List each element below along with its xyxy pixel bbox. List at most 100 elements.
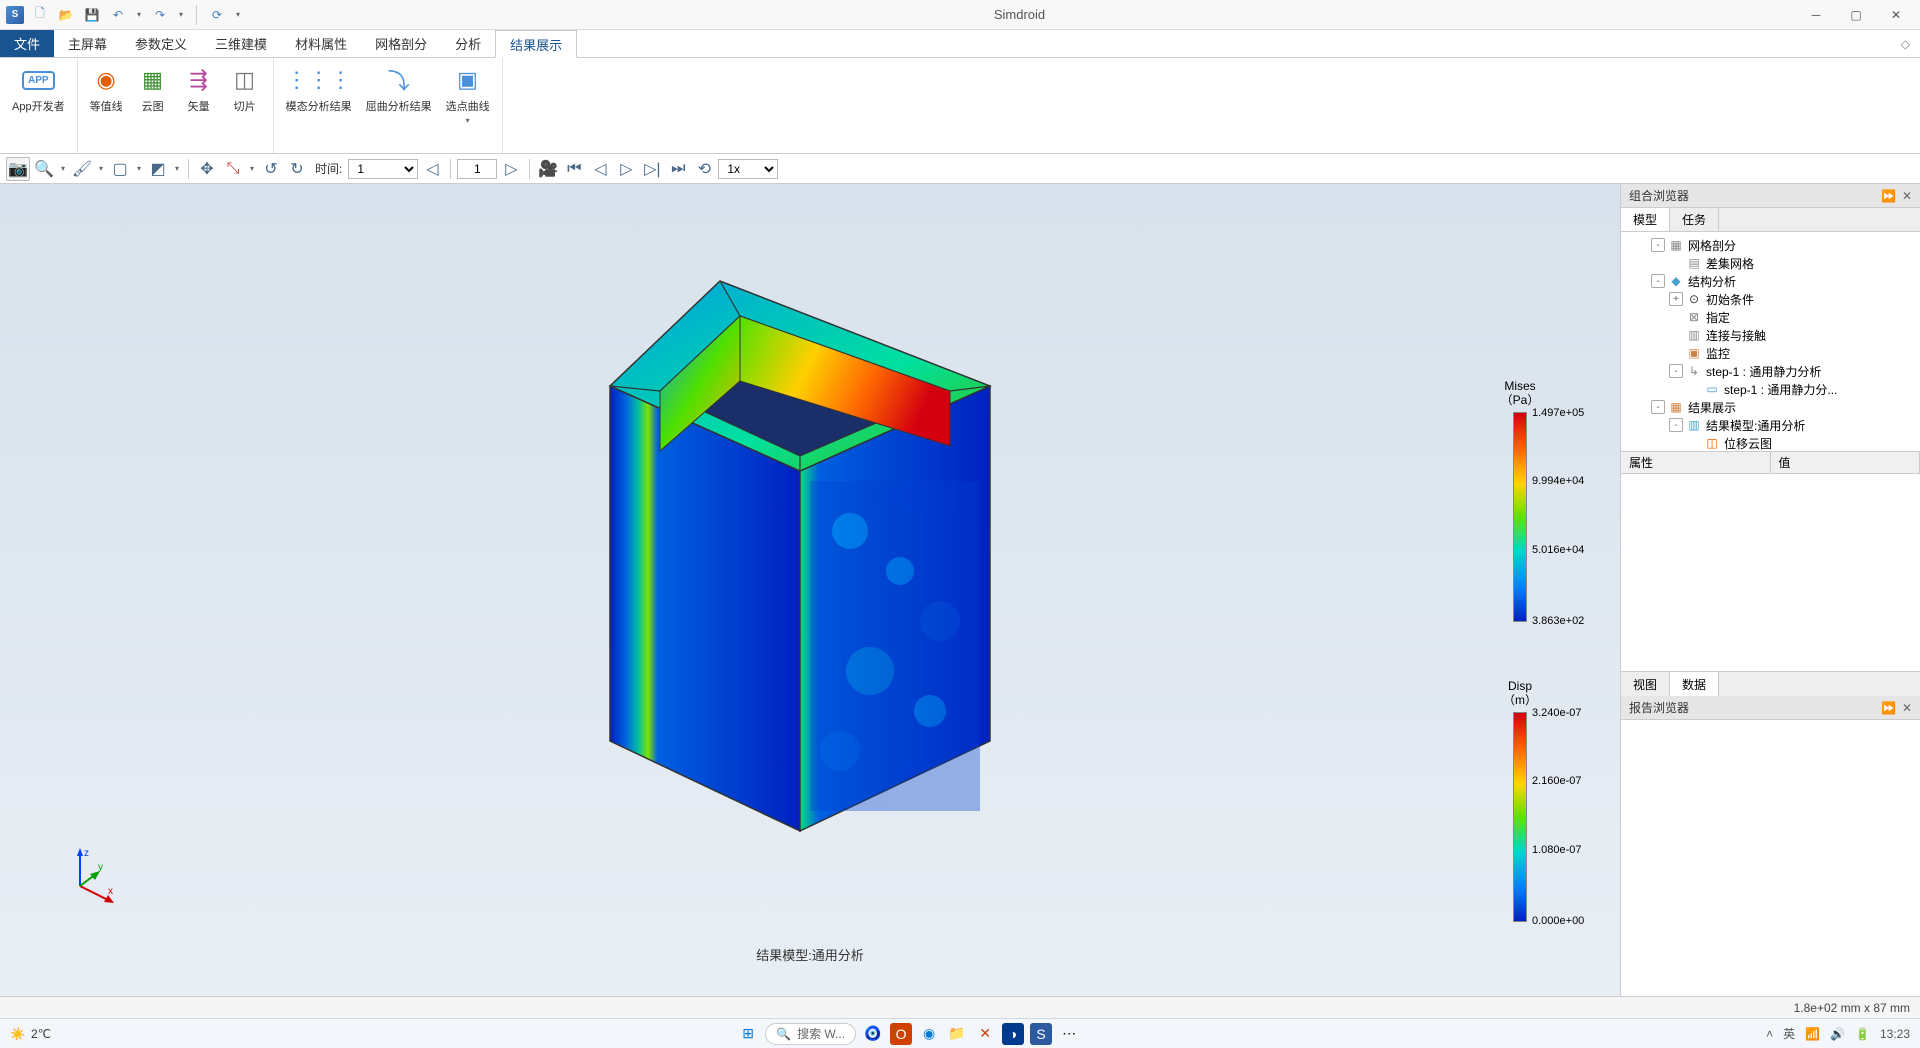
tray-wifi-icon[interactable]: 📶 [1805, 1027, 1820, 1041]
time-select[interactable]: 1 [348, 159, 418, 179]
cube-drop[interactable]: ▾ [172, 157, 182, 181]
bottom-tab-0[interactable]: 视图 [1621, 672, 1670, 696]
tree-item-9[interactable]: -▦结果展示 [1621, 398, 1920, 416]
menu-tab-0[interactable]: 主屏幕 [54, 30, 121, 57]
tree-item-10[interactable]: -▥结果模型:通用分析 [1621, 416, 1920, 434]
model-tree[interactable]: -▦网格剖分▤差集网格-◆结构分析+⊙初始条件⊠指定▥连接与接触▣监控-↳ste… [1621, 232, 1920, 452]
ribbon-item-1-2[interactable]: ⇶矢量 [179, 62, 219, 116]
menu-tab-2[interactable]: 三维建模 [201, 30, 281, 57]
ribbon-item-1-1[interactable]: ▦云图 [133, 62, 173, 116]
qat-undo-icon[interactable]: ↶ [108, 5, 128, 25]
tray-chevron-icon[interactable]: ˄ [1766, 1027, 1773, 1041]
close-button[interactable]: ✕ [1876, 0, 1916, 30]
browser-tab-1[interactable]: 任务 [1670, 208, 1719, 231]
step-back-icon[interactable]: ◁ [588, 157, 612, 181]
menu-tab-5[interactable]: 分析 [441, 30, 495, 57]
menu-tab-3[interactable]: 材料属性 [281, 30, 361, 57]
qat-open-icon[interactable]: 📂 [56, 5, 76, 25]
bottom-tab-1[interactable]: 数据 [1670, 672, 1719, 696]
qat-more-drop[interactable]: ▾ [233, 5, 243, 25]
cube-icon[interactable]: ◩ [146, 157, 170, 181]
rotate-ccw-icon[interactable]: ↺ [259, 157, 283, 181]
tree-item-4[interactable]: ⊠指定 [1621, 308, 1920, 326]
taskbar-search[interactable]: 🔍 搜索 W... [765, 1023, 856, 1045]
frame-next-icon[interactable]: ▷ [499, 157, 523, 181]
tray-ime[interactable]: 英 [1783, 1025, 1795, 1042]
minimize-button[interactable]: ─ [1796, 0, 1836, 30]
loop-icon[interactable]: ⟲ [692, 157, 716, 181]
task-app-2[interactable]: O [890, 1023, 912, 1045]
task-app-3[interactable]: ◉ [918, 1023, 940, 1045]
qat-refresh-icon[interactable]: ⟳ [207, 5, 227, 25]
tray-clock[interactable]: 13:23 [1880, 1027, 1910, 1041]
start-icon[interactable]: ⊞ [737, 1023, 759, 1045]
ribbon-collapse-icon[interactable]: ◇ [1891, 30, 1920, 57]
ribbon-item-2-2[interactable]: ▣选点曲线▾ [442, 62, 494, 127]
ribbon-item-1-3[interactable]: ◫切片 [225, 62, 265, 116]
zoom-drop[interactable]: ▾ [58, 157, 68, 181]
capture-icon[interactable]: 📷 [6, 157, 30, 181]
tree-item-3[interactable]: +⊙初始条件 [1621, 290, 1920, 308]
box-drop[interactable]: ▾ [134, 157, 144, 181]
menu-file[interactable]: 文件 [0, 30, 54, 57]
tree-item-2[interactable]: -◆结构分析 [1621, 272, 1920, 290]
collapse-icon[interactable]: - [1651, 274, 1665, 288]
task-app-6[interactable]: ◑ [1002, 1023, 1024, 1045]
menu-tab-4[interactable]: 网格剖分 [361, 30, 441, 57]
tree-item-1[interactable]: ▤差集网格 [1621, 254, 1920, 272]
axis-drop[interactable]: ▾ [247, 157, 257, 181]
browser-tab-0[interactable]: 模型 [1621, 208, 1670, 231]
task-app-5[interactable]: ✕ [974, 1023, 996, 1045]
report-close-icon[interactable]: ✕ [1902, 701, 1912, 715]
system-tray[interactable]: ˄ 英 📶 🔊 🔋 13:23 [1766, 1025, 1910, 1042]
expand-icon[interactable]: + [1669, 292, 1683, 306]
step-fwd-icon[interactable]: ▷| [640, 157, 664, 181]
task-app-7[interactable]: S [1030, 1023, 1052, 1045]
collapse-icon[interactable]: - [1651, 400, 1665, 414]
frame-input[interactable] [457, 159, 497, 179]
tree-item-5[interactable]: ▥连接与接触 [1621, 326, 1920, 344]
move-icon[interactable]: ✥ [195, 157, 219, 181]
qat-redo-icon[interactable]: ↷ [150, 5, 170, 25]
tree-item-0[interactable]: -▦网格剖分 [1621, 236, 1920, 254]
menu-tab-6[interactable]: 结果展示 [495, 30, 577, 58]
tree-item-6[interactable]: ▣监控 [1621, 344, 1920, 362]
task-app-4[interactable]: 📁 [946, 1023, 968, 1045]
brush-drop[interactable]: ▾ [96, 157, 106, 181]
report-pin-icon[interactable]: ⏩ [1881, 701, 1896, 715]
qat-redo-drop[interactable]: ▾ [176, 5, 186, 25]
collapse-icon[interactable]: - [1669, 364, 1683, 378]
qat-new-icon[interactable]: 🗋 [30, 5, 50, 25]
record-icon[interactable]: 🎥 [536, 157, 560, 181]
panel-pin-icon[interactable]: ⏩ [1881, 189, 1896, 203]
skip-end-icon[interactable]: ⏭ [666, 157, 690, 181]
box-icon[interactable]: ▢ [108, 157, 132, 181]
zoom-icon[interactable]: 🔍 [32, 157, 56, 181]
tree-item-8[interactable]: ▭step-1 : 通用静力分... [1621, 380, 1920, 398]
qat-save-icon[interactable]: 💾 [82, 5, 102, 25]
collapse-icon[interactable]: - [1669, 418, 1683, 432]
tray-volume-icon[interactable]: 🔊 [1830, 1027, 1845, 1041]
ribbon-drop-icon[interactable]: ▾ [466, 116, 470, 125]
collapse-icon[interactable]: - [1651, 238, 1665, 252]
tree-item-7[interactable]: -↳step-1 : 通用静力分析 [1621, 362, 1920, 380]
maximize-button[interactable]: ▢ [1836, 0, 1876, 30]
ribbon-item-2-1[interactable]: ⤵屈曲分析结果 [362, 62, 436, 116]
ribbon-item-2-0[interactable]: ⋮⋮⋮模态分析结果 [282, 62, 356, 116]
tree-item-11[interactable]: ◫位移云图 [1621, 434, 1920, 452]
axis-icon[interactable]: ⤡ [221, 157, 245, 181]
task-app-1[interactable]: 🧿 [862, 1023, 884, 1045]
ribbon-item-1-0[interactable]: ◉等值线 [86, 62, 127, 116]
brush-icon[interactable]: 🖌 [70, 157, 94, 181]
skip-start-icon[interactable]: ⏮ [562, 157, 586, 181]
play-icon[interactable]: ▷ [614, 157, 638, 181]
viewport-3d[interactable]: z x y 结果模型:通用分析 Mises（Pa）1.497e+059.994e… [0, 184, 1620, 996]
ribbon-item-0-0[interactable]: APPApp开发者 [8, 62, 69, 116]
panel-close-icon[interactable]: ✕ [1902, 189, 1912, 203]
taskbar-weather[interactable]: ☀️ 2℃ [10, 1027, 51, 1041]
qat-undo-drop[interactable]: ▾ [134, 5, 144, 25]
menu-tab-1[interactable]: 参数定义 [121, 30, 201, 57]
rotate-cw-icon[interactable]: ↻ [285, 157, 309, 181]
task-app-8[interactable]: ⋯ [1058, 1023, 1080, 1045]
time-prev-icon[interactable]: ◁ [420, 157, 444, 181]
